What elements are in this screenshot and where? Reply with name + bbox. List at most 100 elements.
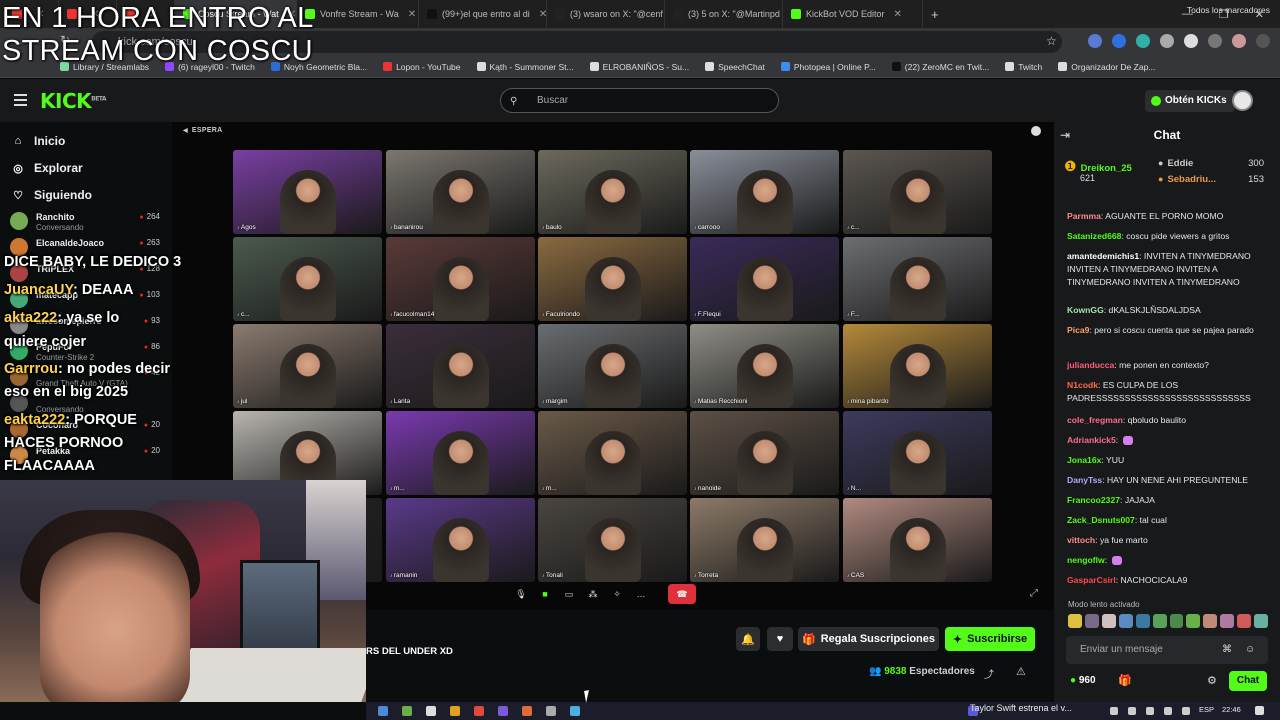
stream-chat-icon[interactable] [1031,126,1041,136]
emote-icon[interactable] [1169,614,1184,628]
extension-icon[interactable] [1160,34,1174,48]
nav-inicio[interactable]: ⌂ Inicio [12,134,66,148]
chat-username[interactable]: Adriankick5 [1067,435,1116,445]
chat-username[interactable]: Satanized668 [1067,231,1121,241]
emote-icon[interactable] [1118,614,1133,628]
nav-siguiendo[interactable]: ♡ Siguiendo [12,188,92,202]
settings-icon[interactable]: ⚙ [1207,674,1217,687]
emote-icon[interactable] [1237,614,1252,628]
chat-username[interactable]: KownGG [1067,305,1104,315]
bookmark-item[interactable]: Twitch [1005,62,1042,72]
chat-username[interactable]: DanyTss [1067,475,1102,485]
chat-username[interactable]: Jona16x [1067,455,1101,465]
notifications-button[interactable]: 🔔 [736,627,760,651]
tab-close-icon[interactable]: ✕ [408,9,416,20]
chat-username[interactable]: Pica9 [1067,325,1089,335]
chat-gift-icon[interactable]: 🎁 [1118,674,1132,687]
notification-icon[interactable] [1255,706,1264,715]
browser-tab[interactable]: KickBot VOD Editor ✕ [783,0,923,28]
emote-icon[interactable] [1068,614,1082,628]
hang-up-button[interactable]: ☎ [668,584,696,604]
nav-explorar[interactable]: ◎ Explorar [12,161,83,175]
system-tray-icon[interactable] [1128,707,1136,715]
system-tray-icon[interactable] [1110,707,1118,715]
chat-username[interactable]: vittoch [1067,535,1095,545]
emote-icon[interactable] [1186,614,1201,628]
taskbar-language[interactable]: ESP [1199,705,1214,714]
chat-input[interactable]: Enviar un mensaje [1066,636,1268,664]
chat-username[interactable]: Francoo2327 [1067,495,1120,505]
effects-icon[interactable]: ✧ [608,585,626,603]
screen-share-icon[interactable]: ▭ [560,585,578,603]
taskbar-news[interactable]: Taylor Swift estrena el v... [970,703,1072,713]
taskbar-clock[interactable]: 22:46 [1222,705,1241,714]
tab-close-icon[interactable]: ✕ [894,9,902,20]
send-chat-button[interactable]: Chat [1229,671,1267,691]
bookmark-item[interactable]: ELROBANIÑOS - Su... [589,62,689,72]
taskbar-app-icon[interactable] [450,706,460,716]
chat-username[interactable]: Zack_Dsnuts007 [1067,515,1135,525]
menu-icon[interactable] [14,94,27,106]
emote-icon[interactable] [1220,614,1235,628]
fullscreen-icon[interactable]: ⤢ [1030,588,1038,599]
follow-button[interactable]: ♥ [767,627,793,651]
sidebar-channel[interactable]: RanchitoConversando 264 [10,212,160,234]
taskbar-app-icon[interactable] [546,706,556,716]
chat-username[interactable]: N1codk [1067,380,1098,390]
emote-icon[interactable] [1203,614,1218,628]
search-input[interactable]: Buscar [500,88,779,113]
emoji-icon[interactable]: ☺ [1245,644,1255,655]
emote-icon[interactable] [1084,614,1099,628]
bookmark-star-icon[interactable]: ☆ [1046,34,1057,48]
browser-tab[interactable]: (99+)el que entro al di ✕ [419,0,547,28]
puzzle-icon[interactable] [1208,34,1222,48]
report-icon[interactable]: ⚠ [1016,665,1026,678]
taskbar-app-icon[interactable] [570,706,580,716]
chat-username[interactable]: Parmma [1067,211,1101,221]
new-tab-icon[interactable]: + [931,7,939,22]
chat-username[interactable]: GasparCsirl [1067,575,1116,585]
get-kicks-button[interactable]: Obtén KICKs [1145,90,1235,112]
taskbar-app-icon[interactable] [426,706,436,716]
system-tray-icon[interactable] [1182,707,1190,715]
bookmark-item[interactable]: Lopon - YouTube [383,62,461,72]
kicks-balance[interactable]: ● 960 [1070,675,1096,686]
emote-icon[interactable] [1135,614,1150,628]
extension-icon[interactable] [1088,34,1102,48]
bookmark-item[interactable]: SpeechChat [705,62,765,72]
profile-avatar-icon[interactable] [1232,34,1246,48]
microphone-icon[interactable]: 🎙 [512,585,530,603]
emote-icon[interactable] [1101,614,1116,628]
bookmark-item[interactable]: Kąth - Summoner St... [476,62,574,72]
emote-icon[interactable] [1152,614,1167,628]
bookmark-item[interactable]: Organizador De Zap... [1058,62,1155,72]
user-avatar[interactable] [1232,90,1253,111]
emote-icon[interactable] [1254,614,1269,628]
bookmark-item[interactable]: Photopea | Online P... [780,62,876,72]
extension-icon[interactable] [1184,34,1198,48]
browser-tab[interactable]: (3) 5 on X: "@Martinpd✕ [665,0,783,28]
bookmark-item[interactable]: (22) ZeroMC en Twit... [891,62,989,72]
grid-icon[interactable]: ⁂ [584,585,602,603]
taskbar-app-icon[interactable] [522,706,532,716]
extension-icon[interactable] [1136,34,1150,48]
chat-username[interactable]: nengoflw [1067,555,1105,565]
system-tray-icon[interactable] [1146,707,1154,715]
taskbar-app-icon[interactable] [498,706,508,716]
tab-close-icon[interactable]: ✕ [539,9,546,20]
browser-tab[interactable]: (3) wsaro on X: "@cenf✕ [547,0,665,28]
menu-dots-icon[interactable] [1256,34,1270,48]
extension-icon[interactable] [1112,34,1126,48]
taskbar-app-icon[interactable] [474,706,484,716]
gift-subs-button[interactable]: 🎁 Regala Suscripciones [798,627,939,651]
chat-username[interactable]: julianducca [1067,360,1114,370]
more-icon[interactable]: … [632,585,650,603]
share-icon[interactable]: ⤴ [984,666,994,681]
system-tray-icon[interactable] [1164,707,1172,715]
chat-username[interactable]: cole_fregman [1067,415,1123,425]
subscribe-button[interactable]: ✦ Suscribirse [945,627,1035,651]
chat-username[interactable]: amantedemichis1 [1067,251,1139,261]
camera-icon[interactable]: ■ [536,585,554,603]
all-bookmarks[interactable]: Todos los marcadores [1187,5,1270,15]
command-icon[interactable]: ⌘ [1222,644,1232,655]
